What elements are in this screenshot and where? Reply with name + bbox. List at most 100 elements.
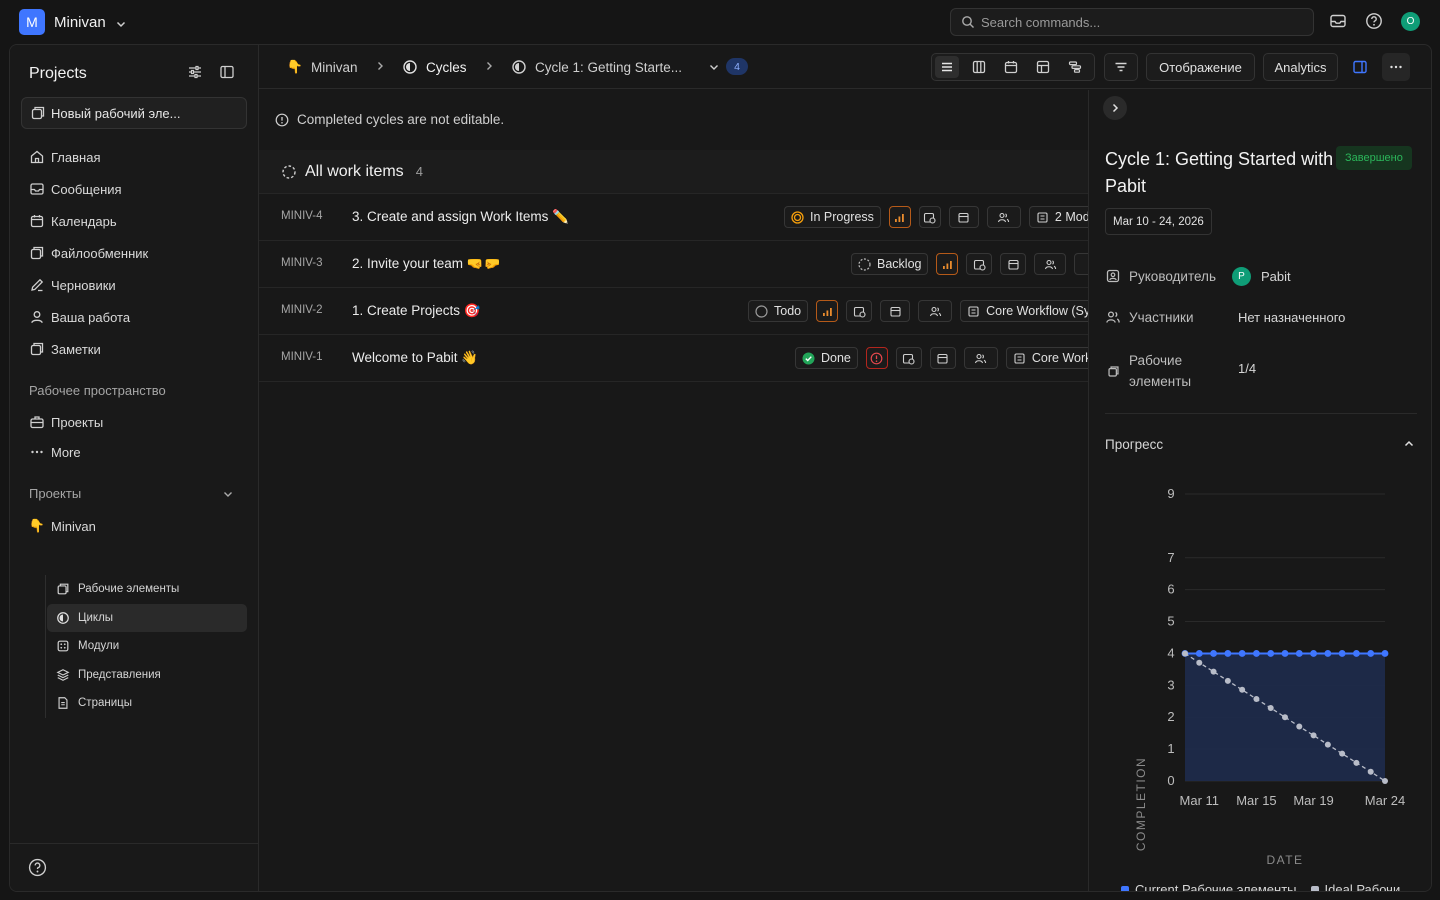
start-date-button[interactable] xyxy=(918,206,941,228)
work-item-title[interactable]: Welcome to Pabit 👋 xyxy=(352,350,478,366)
ideal-series-point xyxy=(1339,750,1346,757)
lead-name: Pabit xyxy=(1261,269,1291,284)
current-series-point xyxy=(1381,650,1389,657)
nav-item-drafts[interactable]: Черновики xyxy=(21,269,247,301)
search-placeholder: Search commands... xyxy=(981,14,1101,30)
legend-item-current[interactable]: Current Рабочие элементы xyxy=(1121,882,1297,891)
assignee-button[interactable] xyxy=(986,206,1021,228)
module-dropdown[interactable]: 2 Mod xyxy=(1028,206,1097,228)
breadcrumb-project[interactable]: 👇 Minivan xyxy=(287,59,358,75)
start-date-button[interactable] xyxy=(895,347,922,369)
module-dropdown[interactable]: Core Workflow (Sy xyxy=(960,300,1098,322)
info-icon xyxy=(275,113,289,127)
table-row[interactable]: MINIV-3 2. Invite your team 🤜🤛 Backlog xyxy=(259,241,1095,288)
nav-item-notes[interactable]: Заметки xyxy=(21,333,247,365)
assignee-button[interactable] xyxy=(963,347,998,369)
project-nav-modules[interactable]: Модули xyxy=(47,632,247,661)
legend-item-ideal[interactable]: Ideal Рабочи xyxy=(1310,882,1401,892)
project-nav-work-items[interactable]: Рабочие элементы xyxy=(47,575,247,604)
spreadsheet-layout-button[interactable] xyxy=(1031,56,1055,78)
due-date-button[interactable] xyxy=(948,206,979,228)
table-row[interactable]: MINIV-4 3. Create and assign Work Items … xyxy=(259,194,1097,241)
priority-dropdown[interactable] xyxy=(865,347,888,369)
work-item-title[interactable]: 1. Create Projects 🎯 xyxy=(352,303,481,319)
start-date-button[interactable] xyxy=(966,253,993,275)
nav-item-calendar[interactable]: Календарь xyxy=(21,205,247,237)
due-date-button[interactable] xyxy=(1000,253,1027,275)
help-icon[interactable] xyxy=(1365,12,1383,30)
calendar-icon xyxy=(1007,258,1020,271)
due-date-button[interactable] xyxy=(880,300,911,322)
work-item-title[interactable]: 2. Invite your team 🤜🤛 xyxy=(352,256,500,272)
priority-dropdown[interactable] xyxy=(936,253,959,275)
group-title: All work items xyxy=(305,162,404,180)
calendar-icon xyxy=(1003,59,1019,75)
chevron-down-icon[interactable] xyxy=(113,16,129,32)
search-icon xyxy=(961,15,975,29)
display-button[interactable]: Отображение xyxy=(1146,53,1255,81)
current-series-point xyxy=(1267,650,1275,657)
module-dropdown[interactable]: Core Work xyxy=(1005,347,1099,369)
state-dropdown[interactable]: Backlog xyxy=(851,253,929,275)
table-row[interactable]: MINIV-1 Welcome to Pabit 👋 Done Core Wor… xyxy=(259,335,1099,382)
collapse-panel-button[interactable] xyxy=(1103,96,1127,120)
assignee-button[interactable] xyxy=(918,300,953,322)
new-work-item-button[interactable]: Новый рабочий эле... xyxy=(21,97,247,129)
priority-dropdown[interactable] xyxy=(816,300,839,322)
project-nav-views[interactable]: Представления xyxy=(47,661,247,690)
workspace-name[interactable]: Minivan xyxy=(54,14,106,31)
members-value[interactable]: Нет назначенного xyxy=(1238,310,1345,325)
chevron-down-icon[interactable] xyxy=(708,61,720,73)
nav-item-projects[interactable]: Проекты xyxy=(21,407,247,437)
chevron-down-icon[interactable] xyxy=(221,487,235,501)
project-nav-pages[interactable]: Страницы xyxy=(47,689,247,718)
progress-section-header[interactable]: Прогресс xyxy=(1105,436,1417,452)
workspace-logo[interactable]: M xyxy=(19,9,45,35)
start-date-button[interactable] xyxy=(846,300,873,322)
priority-dropdown[interactable] xyxy=(888,206,911,228)
work-item-properties: In Progress 2 Mod xyxy=(784,206,1097,228)
nav-item-inbox[interactable]: Сообщения xyxy=(21,173,247,205)
project-nav-cycles[interactable]: Циклы xyxy=(47,603,247,632)
user-avatar[interactable]: O xyxy=(1401,12,1420,31)
group-count: 4 xyxy=(415,164,423,179)
analytics-button[interactable]: Analytics xyxy=(1263,53,1338,81)
cycle-date-range[interactable]: Mar 10 - 24, 2026 xyxy=(1105,208,1212,235)
kanban-layout-button[interactable] xyxy=(967,56,991,78)
breadcrumb-cycles[interactable]: Cycles xyxy=(402,59,467,75)
more-options-button[interactable] xyxy=(1382,53,1410,81)
panel-toggle-button[interactable] xyxy=(1346,53,1374,81)
breadcrumb-cycle[interactable]: Cycle 1: Getting Starte... xyxy=(511,59,682,75)
help-icon[interactable] xyxy=(28,858,47,877)
projects-section-title[interactable]: Проекты xyxy=(29,486,81,501)
current-series-point xyxy=(1238,650,1246,657)
sliders-icon[interactable] xyxy=(187,64,203,80)
work-item-title[interactable]: 3. Create and assign Work Items ✏️ xyxy=(352,209,569,225)
project-nav-label: Циклы xyxy=(78,611,114,624)
calendar-layout-button[interactable] xyxy=(999,56,1023,78)
x-axis-label: DATE xyxy=(1266,853,1303,867)
due-date-button[interactable] xyxy=(929,347,956,369)
filter-button[interactable] xyxy=(1104,53,1138,81)
legend-label: Ideal Рабочи xyxy=(1324,882,1401,892)
state-dropdown[interactable]: Done xyxy=(795,347,858,369)
table-row[interactable]: MINIV-2 1. Create Projects 🎯 Todo Core W… xyxy=(259,288,1098,335)
lead-value[interactable]: P Pabit xyxy=(1232,267,1291,286)
state-dropdown[interactable]: Todo xyxy=(748,300,809,322)
project-minivan[interactable]: 👇 Minivan xyxy=(21,510,247,542)
nav-item-file-share[interactable]: Файлообменник xyxy=(21,237,247,269)
nav-item-more[interactable]: More xyxy=(21,437,247,467)
inbox-icon[interactable] xyxy=(1329,12,1347,30)
group-header[interactable]: All work items 4 xyxy=(259,150,1088,194)
project-emoji-icon: 👇 xyxy=(28,518,46,533)
more-icon xyxy=(1388,59,1404,75)
assignee-button[interactable] xyxy=(1034,253,1067,275)
state-dropdown[interactable]: In Progress xyxy=(784,206,881,228)
command-search-input[interactable]: Search commands... xyxy=(950,8,1314,36)
sidebar-toggle-icon[interactable] xyxy=(219,64,235,80)
nav-item-home[interactable]: Главная xyxy=(21,141,247,173)
gantt-layout-button[interactable] xyxy=(1063,56,1087,78)
state-label: Done xyxy=(821,351,851,365)
list-layout-button[interactable] xyxy=(935,56,959,78)
nav-item-your-work[interactable]: Ваша работа xyxy=(21,301,247,333)
